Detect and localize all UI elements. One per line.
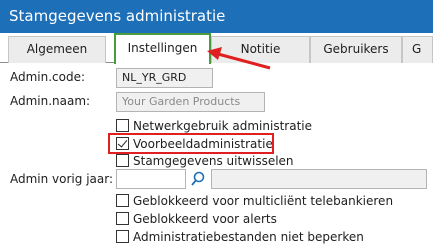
tab-instellingen[interactable]: Instellingen <box>114 33 211 64</box>
tab-algemeen[interactable]: Algemeen <box>8 36 106 63</box>
tab-g[interactable]: G <box>402 36 433 63</box>
checkbox-label-bestanden: Administratiebestanden niet beperken <box>133 229 364 244</box>
annotation-highlight-box <box>108 133 274 154</box>
admin-vorig-jaar-input[interactable] <box>116 169 186 189</box>
checkbox-alerts[interactable] <box>116 212 129 225</box>
checkbox-row-alerts[interactable]: Geblokkeerd voor alerts <box>116 211 277 226</box>
tab-strip: Algemeen Instellingen Notitie Gebruikers… <box>0 33 433 64</box>
checkbox-row-stamgegevens[interactable]: Stamgegevens uitwisselen <box>116 153 294 168</box>
admin-vorig-jaar-name-field <box>211 169 427 189</box>
checkbox-row-netwerkgebruik[interactable]: Netwerkgebruik administratie <box>116 118 312 133</box>
window-titlebar: Stamgegevens administratie <box>0 0 433 33</box>
tab-notitie[interactable]: Notitie <box>211 36 310 63</box>
checkbox-label-netwerkgebruik: Netwerkgebruik administratie <box>133 118 312 133</box>
checkbox-label-stamgegevens: Stamgegevens uitwisselen <box>133 153 294 168</box>
search-icon[interactable] <box>190 170 206 188</box>
checkbox-row-bestanden[interactable]: Administratiebestanden niet beperken <box>116 229 364 244</box>
window-title: Stamgegevens administratie <box>9 7 226 25</box>
admin-naam-field: Your Garden Products <box>116 92 265 112</box>
checkbox-stamgegevens[interactable] <box>116 154 129 167</box>
checkbox-netwerkgebruik[interactable] <box>116 119 129 132</box>
checkbox-row-multiclient[interactable]: Geblokkeerd voor multicliënt telebankier… <box>116 193 393 208</box>
tab-gebruikers[interactable]: Gebruikers <box>310 36 402 63</box>
checkbox-multiclient[interactable] <box>116 194 129 207</box>
instellingen-panel: Admin.code: NL_YR_GRD Admin.naam: Your G… <box>0 63 433 251</box>
admin-naam-label: Admin.naam: <box>10 94 91 108</box>
checkbox-label-multiclient: Geblokkeerd voor multicliënt telebankier… <box>133 193 394 208</box>
admin-code-label: Admin.code: <box>10 70 86 84</box>
checkbox-label-alerts: Geblokkeerd voor alerts <box>133 211 277 226</box>
admin-code-field: NL_YR_GRD <box>116 68 213 88</box>
admin-vorig-jaar-label: Admin vorig jaar: <box>10 172 114 186</box>
checkbox-bestanden[interactable] <box>116 230 129 243</box>
